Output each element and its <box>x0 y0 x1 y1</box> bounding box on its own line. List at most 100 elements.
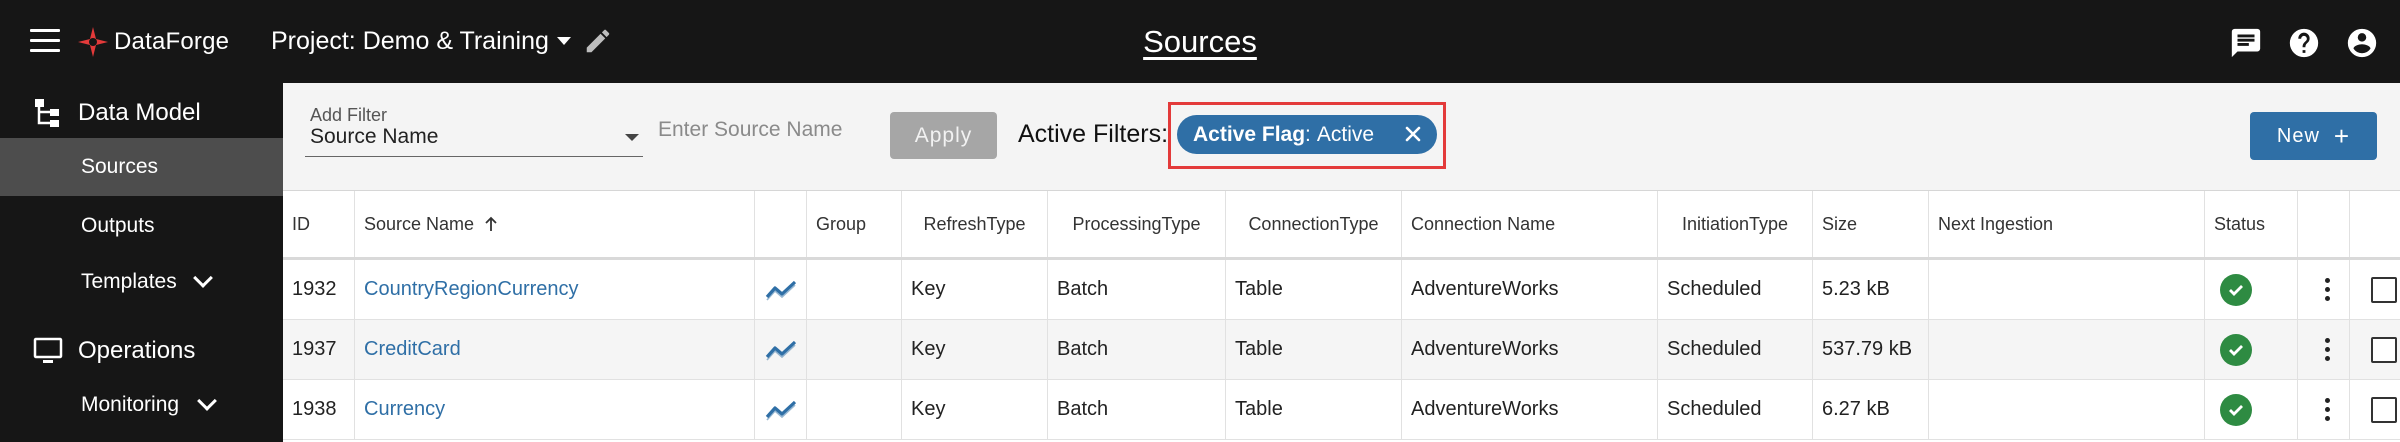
sidebar-item-outputs[interactable]: Outputs <box>0 197 283 255</box>
source-link[interactable]: Currency <box>364 398 445 421</box>
cell-source-name: CreditCard <box>355 320 755 379</box>
caret-down-icon <box>556 37 571 45</box>
cell-id: 1938 <box>283 380 355 439</box>
chevron-down-icon <box>197 391 217 411</box>
check-circle-icon <box>2220 333 2252 366</box>
sidebar-label: Sources <box>81 155 159 178</box>
cell-select <box>2350 320 2400 379</box>
row-checkbox[interactable] <box>2371 336 2397 363</box>
chip-separator: : <box>1305 122 1311 146</box>
cell-id: 1937 <box>283 320 355 379</box>
trend-chart-icon[interactable] <box>764 278 800 302</box>
new-source-button[interactable]: New + <box>2250 112 2377 160</box>
trend-chart-icon[interactable] <box>764 398 800 422</box>
header-refresh-type[interactable]: Refresh Type <box>902 191 1048 257</box>
add-filter-value: Source Name <box>310 125 439 148</box>
sources-table: ID Source Name Group Refresh Type Process… <box>283 191 2400 440</box>
trend-chart-icon[interactable] <box>764 338 800 362</box>
more-vert-icon[interactable] <box>2325 338 2330 361</box>
cell-select <box>2350 380 2400 439</box>
cell-connection-name: AdventureWorks <box>1402 320 1658 379</box>
close-icon[interactable] <box>1403 124 1423 144</box>
sidebar-item-templates[interactable]: Templates <box>0 253 283 311</box>
cell-refresh-type: Key <box>902 260 1048 319</box>
header-label-line2: Type <box>1339 213 1379 234</box>
header-next-ingestion[interactable]: Next Ingestion <box>1929 191 2205 257</box>
header-initiation-type[interactable]: Initiation Type <box>1658 191 1813 257</box>
source-link[interactable]: CreditCard <box>364 338 461 361</box>
header-connection-type[interactable]: Connection Type <box>1226 191 1402 257</box>
more-vert-icon[interactable] <box>2325 398 2330 421</box>
add-filter-select[interactable]: Add Filter Source Name <box>305 105 643 157</box>
header-status[interactable]: Status <box>2205 191 2298 257</box>
cell-trend <box>755 320 807 379</box>
sidebar-item-monitoring[interactable]: Monitoring <box>0 376 283 434</box>
header-trend <box>755 191 807 257</box>
active-filters-label: Active Filters: <box>1018 120 1169 148</box>
help-icon[interactable] <box>2284 24 2324 62</box>
dataforge-logo-icon <box>78 27 108 57</box>
cell-group <box>807 320 902 379</box>
row-checkbox[interactable] <box>2371 396 2397 423</box>
monitor-icon <box>33 337 63 363</box>
sidebar-label: Outputs <box>81 214 155 237</box>
source-name-input[interactable] <box>658 115 878 145</box>
chat-icon[interactable] <box>2226 24 2266 62</box>
cell-refresh-type: Key <box>902 380 1048 439</box>
header-source-name[interactable]: Source Name <box>355 191 755 257</box>
table-row[interactable]: 1937 CreditCard Key Batch Table Adventur… <box>283 320 2400 380</box>
project-selector[interactable]: Project: Demo & Training <box>271 26 613 56</box>
header-source-name-label: Source Name <box>364 213 475 234</box>
cell-initiation-type: Scheduled <box>1658 320 1813 379</box>
cell-refresh-type: Key <box>902 320 1048 379</box>
header-id[interactable]: ID <box>283 191 355 257</box>
check-circle-icon <box>2220 273 2252 306</box>
cell-size: 5.23 kB <box>1813 260 1929 319</box>
table-row[interactable]: 1938 Currency Key Batch Table AdventureW… <box>283 380 2400 440</box>
sidebar-section-data-model[interactable]: Data Model <box>0 88 283 138</box>
sidebar-section-operations[interactable]: Operations <box>0 326 283 376</box>
account-icon[interactable] <box>2342 24 2382 62</box>
header-label-line2: Type <box>1161 213 1201 234</box>
cell-id: 1932 <box>283 260 355 319</box>
check-circle-icon <box>2220 393 2252 426</box>
row-checkbox[interactable] <box>2371 276 2397 303</box>
check-glyph <box>2229 344 2243 356</box>
header-group[interactable]: Group <box>807 191 902 257</box>
page-title[interactable]: Sources <box>1143 24 1257 59</box>
sidebar-label: Operations <box>78 337 196 364</box>
cell-source-name: CountryRegionCurrency <box>355 260 755 319</box>
cell-trend <box>755 380 807 439</box>
cell-status <box>2205 260 2298 319</box>
filter-chip-active-flag[interactable]: Active Flag: Active <box>1177 115 1437 154</box>
header-size[interactable]: Size <box>1813 191 1929 257</box>
more-vert-icon[interactable] <box>2325 278 2330 301</box>
header-connection-name[interactable]: Connection Name <box>1402 191 1658 257</box>
pencil-icon[interactable] <box>583 26 613 56</box>
brand-logo[interactable]: DataForge <box>76 24 229 60</box>
cell-initiation-type: Scheduled <box>1658 260 1813 319</box>
cell-actions <box>2298 380 2350 439</box>
dropdown-arrow-icon <box>625 134 639 141</box>
cell-connection-type: Table <box>1226 260 1402 319</box>
cell-connection-type: Table <box>1226 320 1402 379</box>
header-label-line1: Processing <box>1072 213 1162 234</box>
chip-value: Active <box>1316 122 1375 146</box>
cell-group <box>807 380 902 439</box>
header-label-line1: Refresh <box>923 213 987 234</box>
header-label-line1: Connection <box>1248 213 1340 234</box>
source-link[interactable]: CountryRegionCurrency <box>364 278 579 301</box>
apply-button[interactable]: Apply <box>890 112 997 159</box>
sidebar-item-sources[interactable]: Sources <box>0 138 283 196</box>
cell-actions <box>2298 260 2350 319</box>
menu-icon[interactable] <box>30 29 60 53</box>
add-filter-label: Add Filter <box>310 105 388 125</box>
chevron-down-icon <box>193 268 213 288</box>
cell-processing-type: Batch <box>1048 320 1226 379</box>
sidebar-label: Monitoring <box>81 393 180 416</box>
header-processing-type[interactable]: Processing Type <box>1048 191 1226 257</box>
cell-processing-type: Batch <box>1048 260 1226 319</box>
top-icons <box>2226 24 2382 62</box>
filter-bar: Add Filter Source Name Apply Active Filt… <box>283 83 2400 191</box>
table-row[interactable]: 1932 CountryRegionCurrency Key Batch Tab… <box>283 260 2400 320</box>
